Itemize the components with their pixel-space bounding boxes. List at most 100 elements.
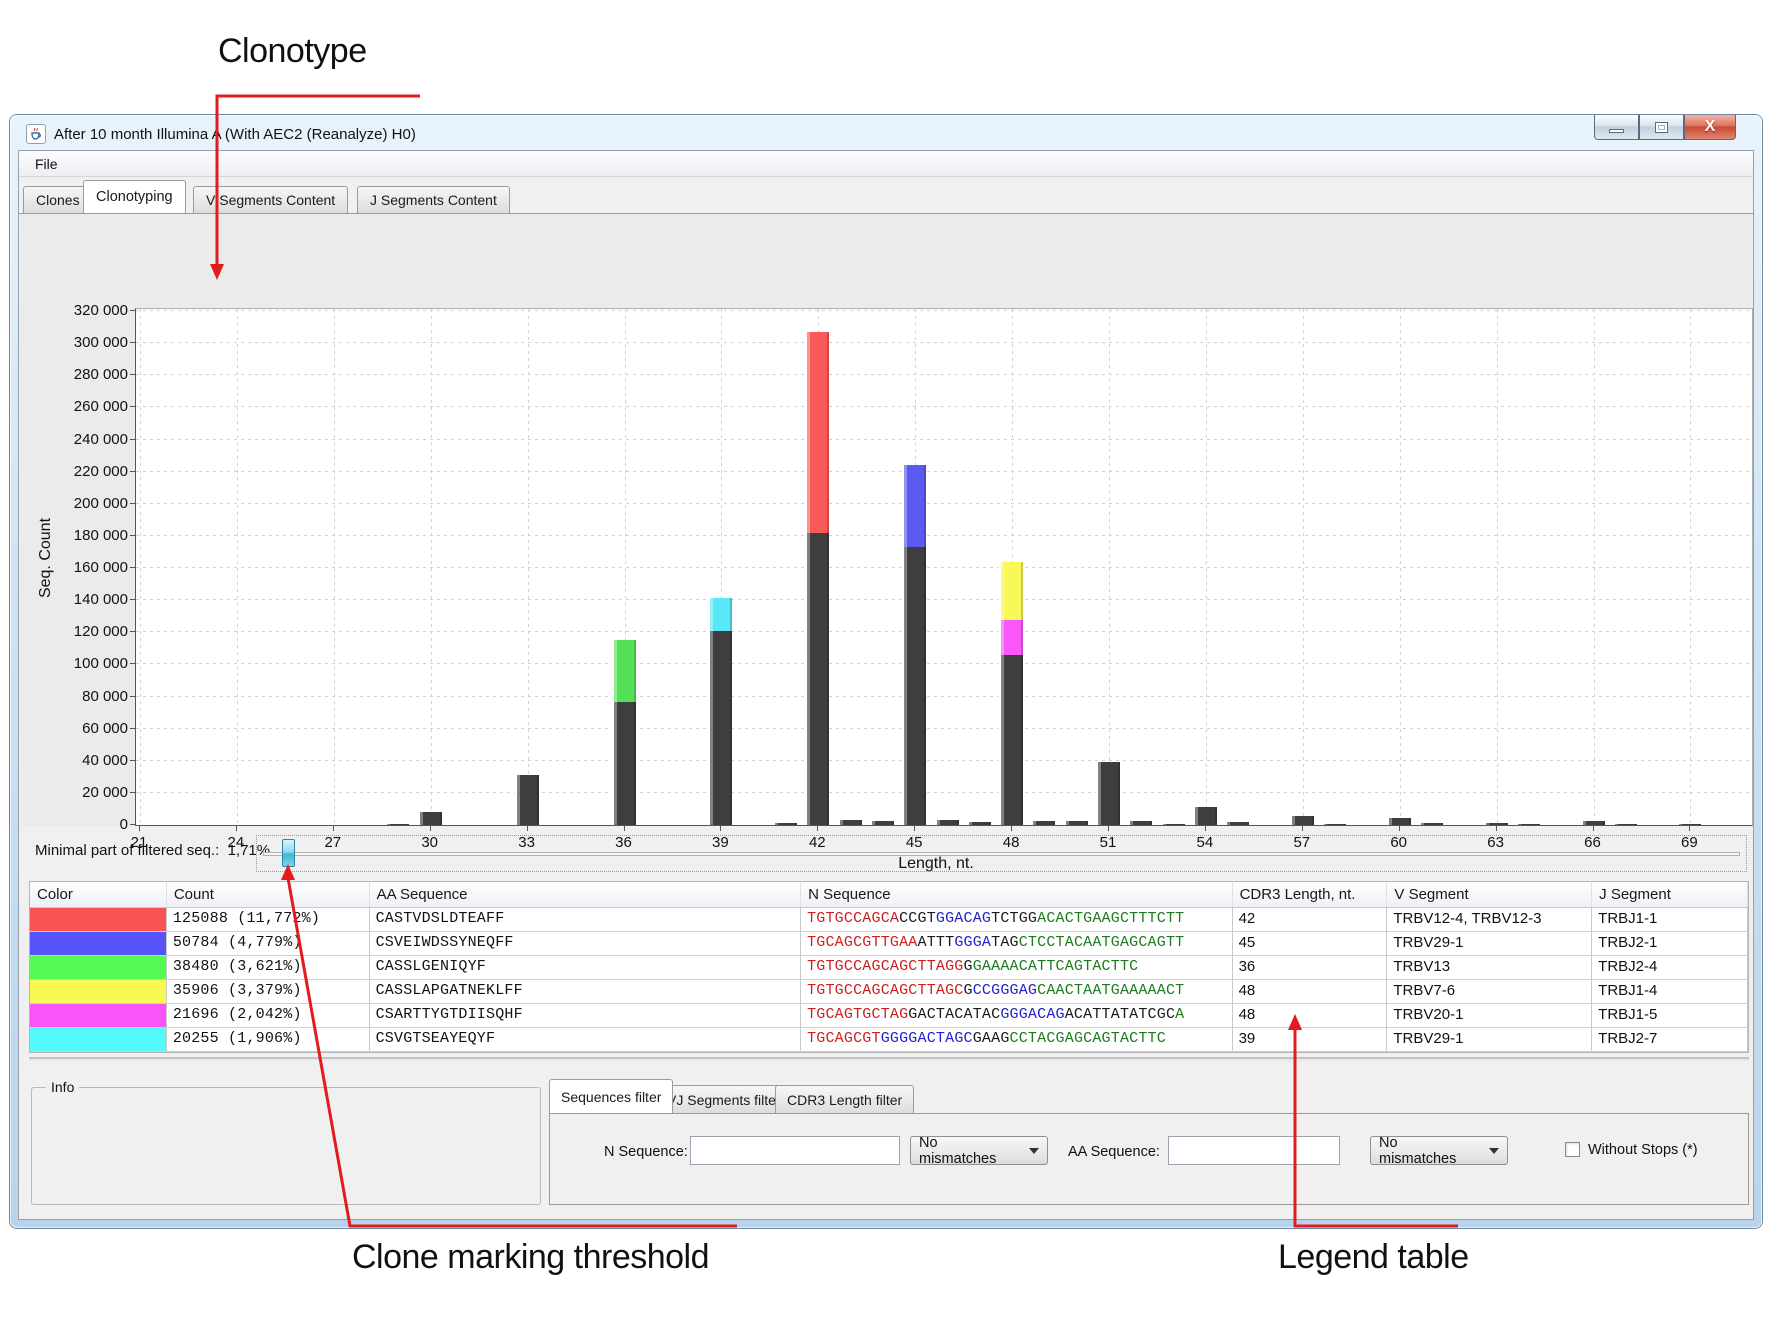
- bar-length-69: [1677, 824, 1701, 825]
- filter-tab-cdr3-length-filter[interactable]: CDR3 Length filter: [775, 1085, 914, 1113]
- bar-segment-dark: [807, 533, 829, 825]
- cell-n-sequence: TGTGCCAGCAGCTTAGCGCCGGGAGCAACTAATGAAAAAC…: [801, 980, 1232, 1003]
- cell-n-sequence: TGCAGTGCTAGGACTACATACGGGACAGACATTATATCGC…: [801, 1004, 1232, 1027]
- filter-tab-vj-segments-filter[interactable]: VJ Segments filter: [655, 1085, 793, 1113]
- table-header-row: ColorCountAA SequenceN SequenceCDR3 Leng…: [30, 882, 1748, 908]
- column-header-count[interactable]: Count: [167, 882, 370, 907]
- n-segment-g: CAACTAATGAAAAACT: [1037, 982, 1184, 999]
- annotation-clonotype: Clonotype: [218, 32, 367, 71]
- table-row[interactable]: 38480 (3,621%)CASSLGENIQYFTGTGCCAGCAGCTT…: [30, 956, 1748, 980]
- y-tick-mark: [130, 439, 135, 440]
- close-button[interactable]: X: [1684, 115, 1736, 140]
- tab-j-segments-content[interactable]: J Segments Content: [357, 186, 510, 213]
- cell-n-sequence: TGTGCCAGCAGCTTAGGGGAAAACATTCAGTACTTC: [801, 956, 1232, 979]
- bar-length-36: [612, 640, 636, 825]
- maximize-button[interactable]: [1639, 115, 1684, 140]
- column-header-n-sequence[interactable]: N Sequence: [801, 882, 1232, 907]
- table-row[interactable]: 50784 (4,779%)CSVEIWDSSYNEQFFTGCAGCGTTGA…: [30, 932, 1748, 956]
- bar-segment-yellow: [1001, 562, 1023, 620]
- h-gridline: [136, 310, 1752, 311]
- v-gridline: [1109, 309, 1110, 825]
- cell-v-segment: TRBV12-4, TRBV12-3: [1387, 908, 1592, 931]
- main-tab-bar: ClonesClonotypingV Segments ContentJ Seg…: [19, 178, 1753, 213]
- chevron-down-icon: [1489, 1148, 1499, 1154]
- bar-length-42: [805, 332, 829, 825]
- n-segment-r: TGCAGTGCTAG: [807, 1006, 908, 1023]
- n-segment-k: GACTACATAC: [908, 1006, 1000, 1023]
- window-bottom-border: [18, 1220, 1754, 1226]
- bar-length-58: [1322, 824, 1346, 825]
- column-header-v-segment[interactable]: V Segment: [1387, 882, 1592, 907]
- h-gridline: [136, 760, 1752, 761]
- minimize-button[interactable]: [1594, 115, 1639, 140]
- cell-count: 50784 (4,779%): [167, 932, 370, 955]
- bar-length-64: [1516, 824, 1540, 825]
- threshold-slider[interactable]: [256, 835, 1747, 872]
- bar-length-57: [1290, 816, 1314, 825]
- bar-segment-dark: [1292, 816, 1314, 825]
- n-sequence-input[interactable]: [690, 1136, 900, 1165]
- clone-color-swatch: [30, 956, 167, 979]
- aa-mismatch-select[interactable]: No mismatches: [1370, 1136, 1508, 1165]
- cell-n-sequence: TGCAGCGTGGGGACTAGCGAAGCCTACGAGCAGTACTTC: [801, 1028, 1232, 1051]
- h-gridline: [136, 631, 1752, 632]
- column-header-cdr3-length-nt-[interactable]: CDR3 Length, nt.: [1233, 882, 1388, 907]
- cell-v-segment: TRBV13: [1387, 956, 1592, 979]
- n-segment-g: CTCCTACAATGAGCAGTT: [1019, 934, 1185, 951]
- n-segment-r: TGTGCCAGCA: [807, 910, 899, 927]
- y-tick-label: 120 000: [28, 623, 128, 640]
- n-segment-b: GGACAG: [936, 910, 991, 927]
- v-gridline: [1206, 309, 1207, 825]
- aa-sequence-input[interactable]: [1168, 1136, 1340, 1165]
- aa-sequence-label: AA Sequence:: [1068, 1144, 1160, 1160]
- table-row[interactable]: 20255 (1,906%)CSVGTSEAYEQYFTGCAGCGTGGGGA…: [30, 1028, 1748, 1052]
- x-tick-mark: [817, 826, 818, 831]
- cell-cdr3-length: 48: [1233, 1004, 1388, 1027]
- bar-segment-dark: [904, 547, 926, 825]
- tab-v-segments-content[interactable]: V Segments Content: [193, 186, 348, 213]
- slider-thumb[interactable]: [282, 839, 295, 867]
- client-area: File ClonesClonotypingV Segments Content…: [18, 150, 1754, 1220]
- cell-cdr3-length: 42: [1233, 908, 1388, 931]
- bar-segment-dark: [1421, 823, 1443, 825]
- tab-clonotyping[interactable]: Clonotyping: [83, 180, 186, 213]
- cell-aa-sequence: CASSLGENIQYF: [370, 956, 801, 979]
- filter-tab-sequences-filter[interactable]: Sequences filter: [549, 1079, 673, 1113]
- h-gridline: [136, 535, 1752, 536]
- n-segment-k: GAAG: [973, 1030, 1010, 1047]
- bar-length-55: [1225, 822, 1249, 825]
- menu-file[interactable]: File: [25, 153, 68, 175]
- n-segment-b: GGGA: [954, 934, 991, 951]
- bar-segment-dark: [969, 822, 991, 825]
- bar-length-45: [902, 466, 926, 825]
- y-tick-mark: [130, 792, 135, 793]
- y-tick-label: 280 000: [28, 366, 128, 383]
- split-divider[interactable]: [29, 1057, 1749, 1059]
- column-header-color[interactable]: Color: [30, 882, 167, 907]
- v-gridline: [431, 309, 432, 825]
- v-gridline: [1400, 309, 1401, 825]
- chart-plot-area: [135, 308, 1753, 826]
- column-header-aa-sequence[interactable]: AA Sequence: [370, 882, 801, 907]
- legend-table: ColorCountAA SequenceN SequenceCDR3 Leng…: [29, 881, 1749, 1053]
- aa-mismatch-value: No mismatches: [1379, 1135, 1475, 1167]
- y-tick-mark: [130, 535, 135, 536]
- n-segment-k: TAG: [991, 934, 1019, 951]
- h-gridline: [136, 792, 1752, 793]
- table-row[interactable]: 35906 (3,379%)CASSLAPGATNEKLFFTGTGCCAGCA…: [30, 980, 1748, 1004]
- table-row[interactable]: 125088 (11,772%)CASTVDSLDTEAFFTGTGCCAGCA…: [30, 908, 1748, 932]
- without-stops-checkbox[interactable]: [1565, 1142, 1580, 1157]
- bar-segment-dark: [710, 631, 732, 825]
- x-tick-mark: [527, 826, 528, 831]
- bar-length-33: [515, 775, 539, 825]
- titlebar[interactable]: After 10 month Illumina A (With AEC2 (Re…: [18, 119, 1754, 149]
- y-tick-label: 40 000: [28, 752, 128, 769]
- bar-length-46: [935, 820, 959, 825]
- y-tick-label: 180 000: [28, 527, 128, 544]
- y-tick-mark: [130, 696, 135, 697]
- x-tick-mark: [430, 826, 431, 831]
- bar-length-50: [1064, 821, 1088, 825]
- table-row[interactable]: 21696 (2,042%)CSARTTYGTDIISQHFTGCAGTGCTA…: [30, 1004, 1748, 1028]
- n-mismatch-select[interactable]: No mismatches: [910, 1136, 1048, 1165]
- column-header-j-segment[interactable]: J Segment: [1592, 882, 1748, 907]
